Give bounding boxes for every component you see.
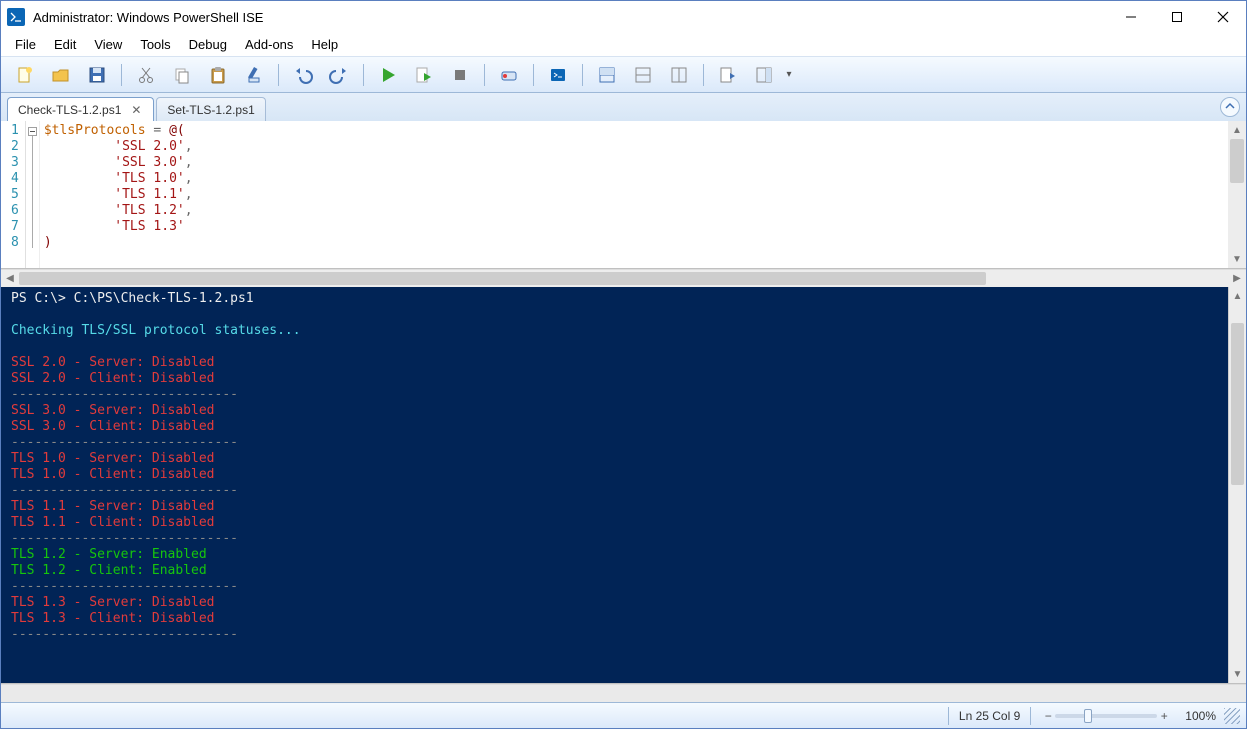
toolbar-overflow-icon[interactable]: ▾ (782, 65, 796, 85)
toolbar-separator (582, 64, 583, 86)
scroll-track[interactable] (19, 270, 1228, 287)
editor-vertical-scrollbar[interactable]: ▲ ▼ (1228, 121, 1246, 268)
editor-tabs: Check-TLS-1.2.ps1 ✕ Set-TLS-1.2.ps1 (1, 93, 1246, 121)
script-editor: 12345678 $tlsProtocols = @( 'SSL 2.0', '… (1, 121, 1246, 269)
scroll-thumb[interactable] (1230, 139, 1244, 183)
zoom-in-icon[interactable]: + (1157, 709, 1171, 723)
fold-gutter[interactable] (26, 121, 40, 268)
scroll-down-icon[interactable]: ▼ (1229, 665, 1246, 683)
layout-console-icon[interactable] (662, 61, 696, 89)
cursor-position: Ln 25 Col 9 (959, 709, 1020, 723)
cut-icon[interactable] (129, 61, 163, 89)
copy-icon[interactable] (165, 61, 199, 89)
tab-close-icon[interactable]: ✕ (129, 103, 143, 117)
redo-icon[interactable] (322, 61, 356, 89)
collapse-script-pane-icon[interactable] (1220, 97, 1240, 117)
toolbar-separator (533, 64, 534, 86)
code-area[interactable]: $tlsProtocols = @( 'SSL 2.0', 'SSL 3.0',… (40, 121, 1228, 268)
menu-file[interactable]: File (7, 35, 44, 54)
toolbar-separator (703, 64, 704, 86)
pane-gap (1, 684, 1246, 702)
statusbar: Ln 25 Col 9 − + 100% (1, 702, 1246, 728)
scroll-thumb[interactable] (19, 272, 986, 285)
scroll-right-icon[interactable]: ▶ (1228, 270, 1246, 287)
run-script-icon[interactable] (371, 61, 405, 89)
save-icon[interactable] (80, 61, 114, 89)
breakpoint-icon[interactable] (492, 61, 526, 89)
console-output[interactable]: PS C:\> C:\PS\Check-TLS-1.2.ps1 Checking… (1, 287, 1228, 683)
open-file-icon[interactable] (44, 61, 78, 89)
zoom-slider[interactable]: − + (1041, 709, 1171, 723)
scroll-thumb[interactable] (1231, 323, 1244, 485)
status-divider (1030, 707, 1031, 725)
menubar: File Edit View Tools Debug Add-ons Help (1, 33, 1246, 57)
editor-horizontal-scrollbar[interactable]: ◀ ▶ (1, 269, 1246, 287)
show-command-icon[interactable] (711, 61, 745, 89)
show-command-addon-icon[interactable] (747, 61, 781, 89)
scroll-up-icon[interactable]: ▲ (1228, 121, 1246, 139)
tab-label: Set-TLS-1.2.ps1 (167, 103, 254, 117)
zoom-track[interactable] (1055, 714, 1157, 718)
toolbar-separator (121, 64, 122, 86)
titlebar[interactable]: Administrator: Windows PowerShell ISE (1, 1, 1246, 33)
toolbar-separator (278, 64, 279, 86)
menu-edit[interactable]: Edit (46, 35, 84, 54)
run-selection-icon[interactable] (407, 61, 441, 89)
layout-script-icon[interactable] (626, 61, 660, 89)
scroll-down-icon[interactable]: ▼ (1228, 250, 1246, 268)
window-controls (1108, 2, 1246, 32)
new-file-icon[interactable] (8, 61, 42, 89)
menu-addons[interactable]: Add-ons (237, 35, 301, 54)
menu-debug[interactable]: Debug (181, 35, 235, 54)
status-divider (948, 707, 949, 725)
minimize-button[interactable] (1108, 2, 1154, 32)
layout-both-icon[interactable] (590, 61, 624, 89)
zoom-out-icon[interactable]: − (1041, 709, 1055, 723)
paste-icon[interactable] (201, 61, 235, 89)
fold-line (32, 136, 33, 248)
toolbar: ▾ (1, 57, 1246, 93)
console-pane: PS C:\> C:\PS\Check-TLS-1.2.ps1 Checking… (1, 287, 1246, 684)
toolbar-separator (363, 64, 364, 86)
zoom-level: 100% (1185, 709, 1216, 723)
close-button[interactable] (1200, 2, 1246, 32)
line-number-gutter: 12345678 (1, 121, 26, 268)
window-title: Administrator: Windows PowerShell ISE (33, 10, 1108, 25)
tab-label: Check-TLS-1.2.ps1 (18, 103, 121, 117)
menu-view[interactable]: View (86, 35, 130, 54)
powershell-ise-icon (7, 8, 25, 26)
app-window: Administrator: Windows PowerShell ISE Fi… (0, 0, 1247, 729)
zoom-knob[interactable] (1084, 709, 1092, 723)
scroll-track[interactable] (1229, 305, 1246, 665)
menu-help[interactable]: Help (303, 35, 346, 54)
scroll-track[interactable] (1228, 139, 1246, 250)
undo-icon[interactable] (286, 61, 320, 89)
clear-icon[interactable] (237, 61, 271, 89)
resize-grip-icon[interactable] (1224, 708, 1240, 724)
stop-icon[interactable] (443, 61, 477, 89)
maximize-button[interactable] (1154, 2, 1200, 32)
tab-set-tls[interactable]: Set-TLS-1.2.ps1 (156, 97, 265, 121)
scroll-up-icon[interactable]: ▲ (1229, 287, 1246, 305)
fold-toggle-icon[interactable] (28, 127, 37, 136)
toolbar-separator (484, 64, 485, 86)
scroll-left-icon[interactable]: ◀ (1, 270, 19, 287)
tab-check-tls[interactable]: Check-TLS-1.2.ps1 ✕ (7, 97, 154, 121)
console-vertical-scrollbar[interactable]: ▲ ▼ (1228, 287, 1246, 683)
remote-powershell-icon[interactable] (541, 61, 575, 89)
menu-tools[interactable]: Tools (132, 35, 178, 54)
